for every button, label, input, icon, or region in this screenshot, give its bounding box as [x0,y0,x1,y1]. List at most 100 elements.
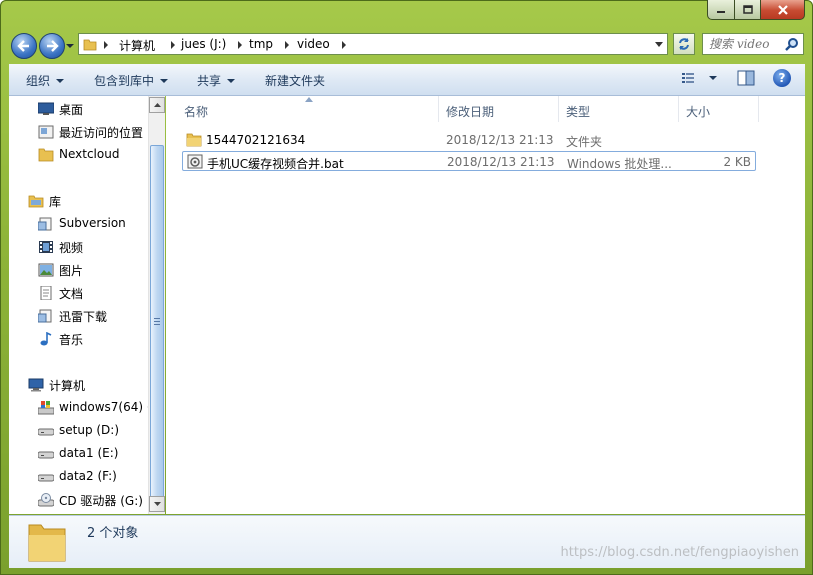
breadcrumb-tmp[interactable]: tmp [249,37,273,51]
chevron-down-icon [56,79,65,83]
preview-pane-icon[interactable] [737,70,755,86]
folder-icon [186,133,202,147]
nav-item-label: setup (D:) [59,423,120,437]
column-header-date[interactable]: 修改日期 [439,96,559,122]
caption-buttons [707,0,805,20]
chevron-up-icon [153,103,161,107]
search-box[interactable] [702,33,804,55]
organize-label: 组织 [26,74,51,88]
back-button[interactable] [11,33,37,59]
file-size: 2 KB [723,155,751,169]
column-header-label: 大小 [686,105,711,119]
nav-item-drive-g[interactable]: CD 驱动器 (G:) [9,489,149,511]
scroll-thumb[interactable] [150,145,164,501]
sort-ascending-icon [305,97,313,102]
share-button[interactable]: 共享 [197,72,236,89]
search-icon[interactable] [785,37,799,51]
column-header-size[interactable]: 大小 [679,96,759,122]
breadcrumb-separator-icon [104,41,108,49]
nav-item-xunlei-downloads[interactable]: 迅雷下载 [9,305,149,327]
chevron-down-icon [153,502,161,506]
desktop-icon [38,102,54,115]
address-bar[interactable]: 计算机 jues (J:) tmp video [78,33,668,55]
command-bar: 组织 包含到库中 共享 新建文件夹 ? [9,64,805,96]
nav-item-label: 库 [49,195,62,209]
batch-file-icon [187,154,203,169]
documents-icon [40,286,52,300]
minimize-button[interactable] [707,0,735,20]
nav-item-recent-places[interactable]: 最近访问的位置 [9,121,149,143]
refresh-button[interactable] [673,33,695,55]
nav-pane-scrollbar[interactable] [148,96,165,514]
nav-item-drive-f[interactable]: data2 (F:) [9,466,149,488]
drive-icon [38,451,54,459]
file-name: 1544702121634 [206,133,306,147]
scroll-up-button[interactable] [149,97,165,113]
breadcrumb-video[interactable]: video [297,37,330,51]
chevron-down-icon[interactable] [655,42,663,48]
system-drive-icon [38,401,54,415]
change-view-button[interactable] [682,70,720,88]
nav-item-desktop[interactable]: 桌面 [9,98,149,120]
nav-item-label: 最近访问的位置 [59,126,144,140]
breadcrumb-computer[interactable]: 计算机 [119,37,155,54]
nav-item-drive-c[interactable]: windows7(64) (C:) [9,397,164,419]
scroll-grip-icon [154,318,160,325]
organize-button[interactable]: 组织 [26,72,65,89]
new-folder-button[interactable]: 新建文件夹 [265,72,325,89]
column-header-label: 类型 [566,105,591,119]
forward-arrow-icon [47,40,59,52]
minimize-icon [717,10,725,13]
close-button[interactable] [761,0,805,20]
nav-item-subversion[interactable]: Subversion [9,213,149,235]
nav-item-music[interactable]: 音乐 [9,328,149,350]
watermark-text: https://blog.csdn.net/fengpiaoyishen [560,545,799,560]
include-in-library-button[interactable]: 包含到库中 [94,72,169,89]
navigation-row: 计算机 jues (J:) tmp video [0,28,813,62]
column-header-name[interactable]: 名称 [166,96,439,122]
breadcrumb-drive[interactable]: jues (J:) [181,37,226,51]
list-item[interactable]: 手机UC缓存视频合并.bat 2018/12/13 21:13 Windows … [182,151,756,171]
recent-pages-dropdown[interactable] [66,42,74,50]
scroll-down-button[interactable] [149,496,165,512]
window-frame: 计算机 jues (J:) tmp video 组织 包含到库中 共享 新建文件… [0,0,813,575]
maximize-icon [742,5,753,14]
breadcrumb-separator-icon [285,41,289,49]
help-button[interactable]: ? [773,69,791,87]
navigation-pane: 桌面 最近访问的位置 Nextcloud 库 Subversion 视频 图片 [9,96,165,514]
nav-item-pictures[interactable]: 图片 [9,259,149,281]
file-list: 名称 修改日期 类型 大小 1544702121634 2018/12/13 2… [166,96,805,514]
nav-item-label: Nextcloud [59,147,120,161]
music-icon [40,332,52,346]
view-list-icon [682,73,717,83]
search-input[interactable] [709,37,779,51]
computer-icon [28,378,44,392]
drive-icon [38,474,54,482]
forward-button[interactable] [39,33,65,59]
maximize-button[interactable] [735,0,761,20]
nav-item-label: Subversion [59,216,126,230]
folder-icon [83,39,97,51]
library-icon [38,217,52,231]
list-item[interactable]: 1544702121634 2018/12/13 21:13 文件夹 [182,130,756,150]
file-type: 文件夹 [566,135,603,149]
nav-item-label: data1 (E:) [59,446,119,460]
breadcrumb-separator-icon [171,41,175,49]
nav-item-libraries[interactable]: 库 [9,190,149,212]
nav-item-label: 图片 [59,264,84,278]
nav-item-documents[interactable]: 文档 [9,282,149,304]
nav-item-nextcloud[interactable]: Nextcloud [9,144,149,166]
nav-item-videos[interactable]: 视频 [9,236,149,258]
back-arrow-icon [17,40,29,52]
nav-item-drive-e[interactable]: data1 (E:) [9,443,149,465]
nav-item-drive-d[interactable]: setup (D:) [9,420,149,442]
libraries-icon [28,195,44,208]
share-label: 共享 [197,74,222,88]
column-header-label: 名称 [184,105,209,119]
chevron-down-icon [160,79,169,83]
nav-item-computer[interactable]: 计算机 [9,374,149,396]
column-header-type[interactable]: 类型 [559,96,679,122]
new-folder-label: 新建文件夹 [265,74,326,88]
refresh-icon [679,38,689,50]
details-pane: 2 个对象 https://blog.csdn.net/fengpiaoyish… [9,515,805,568]
